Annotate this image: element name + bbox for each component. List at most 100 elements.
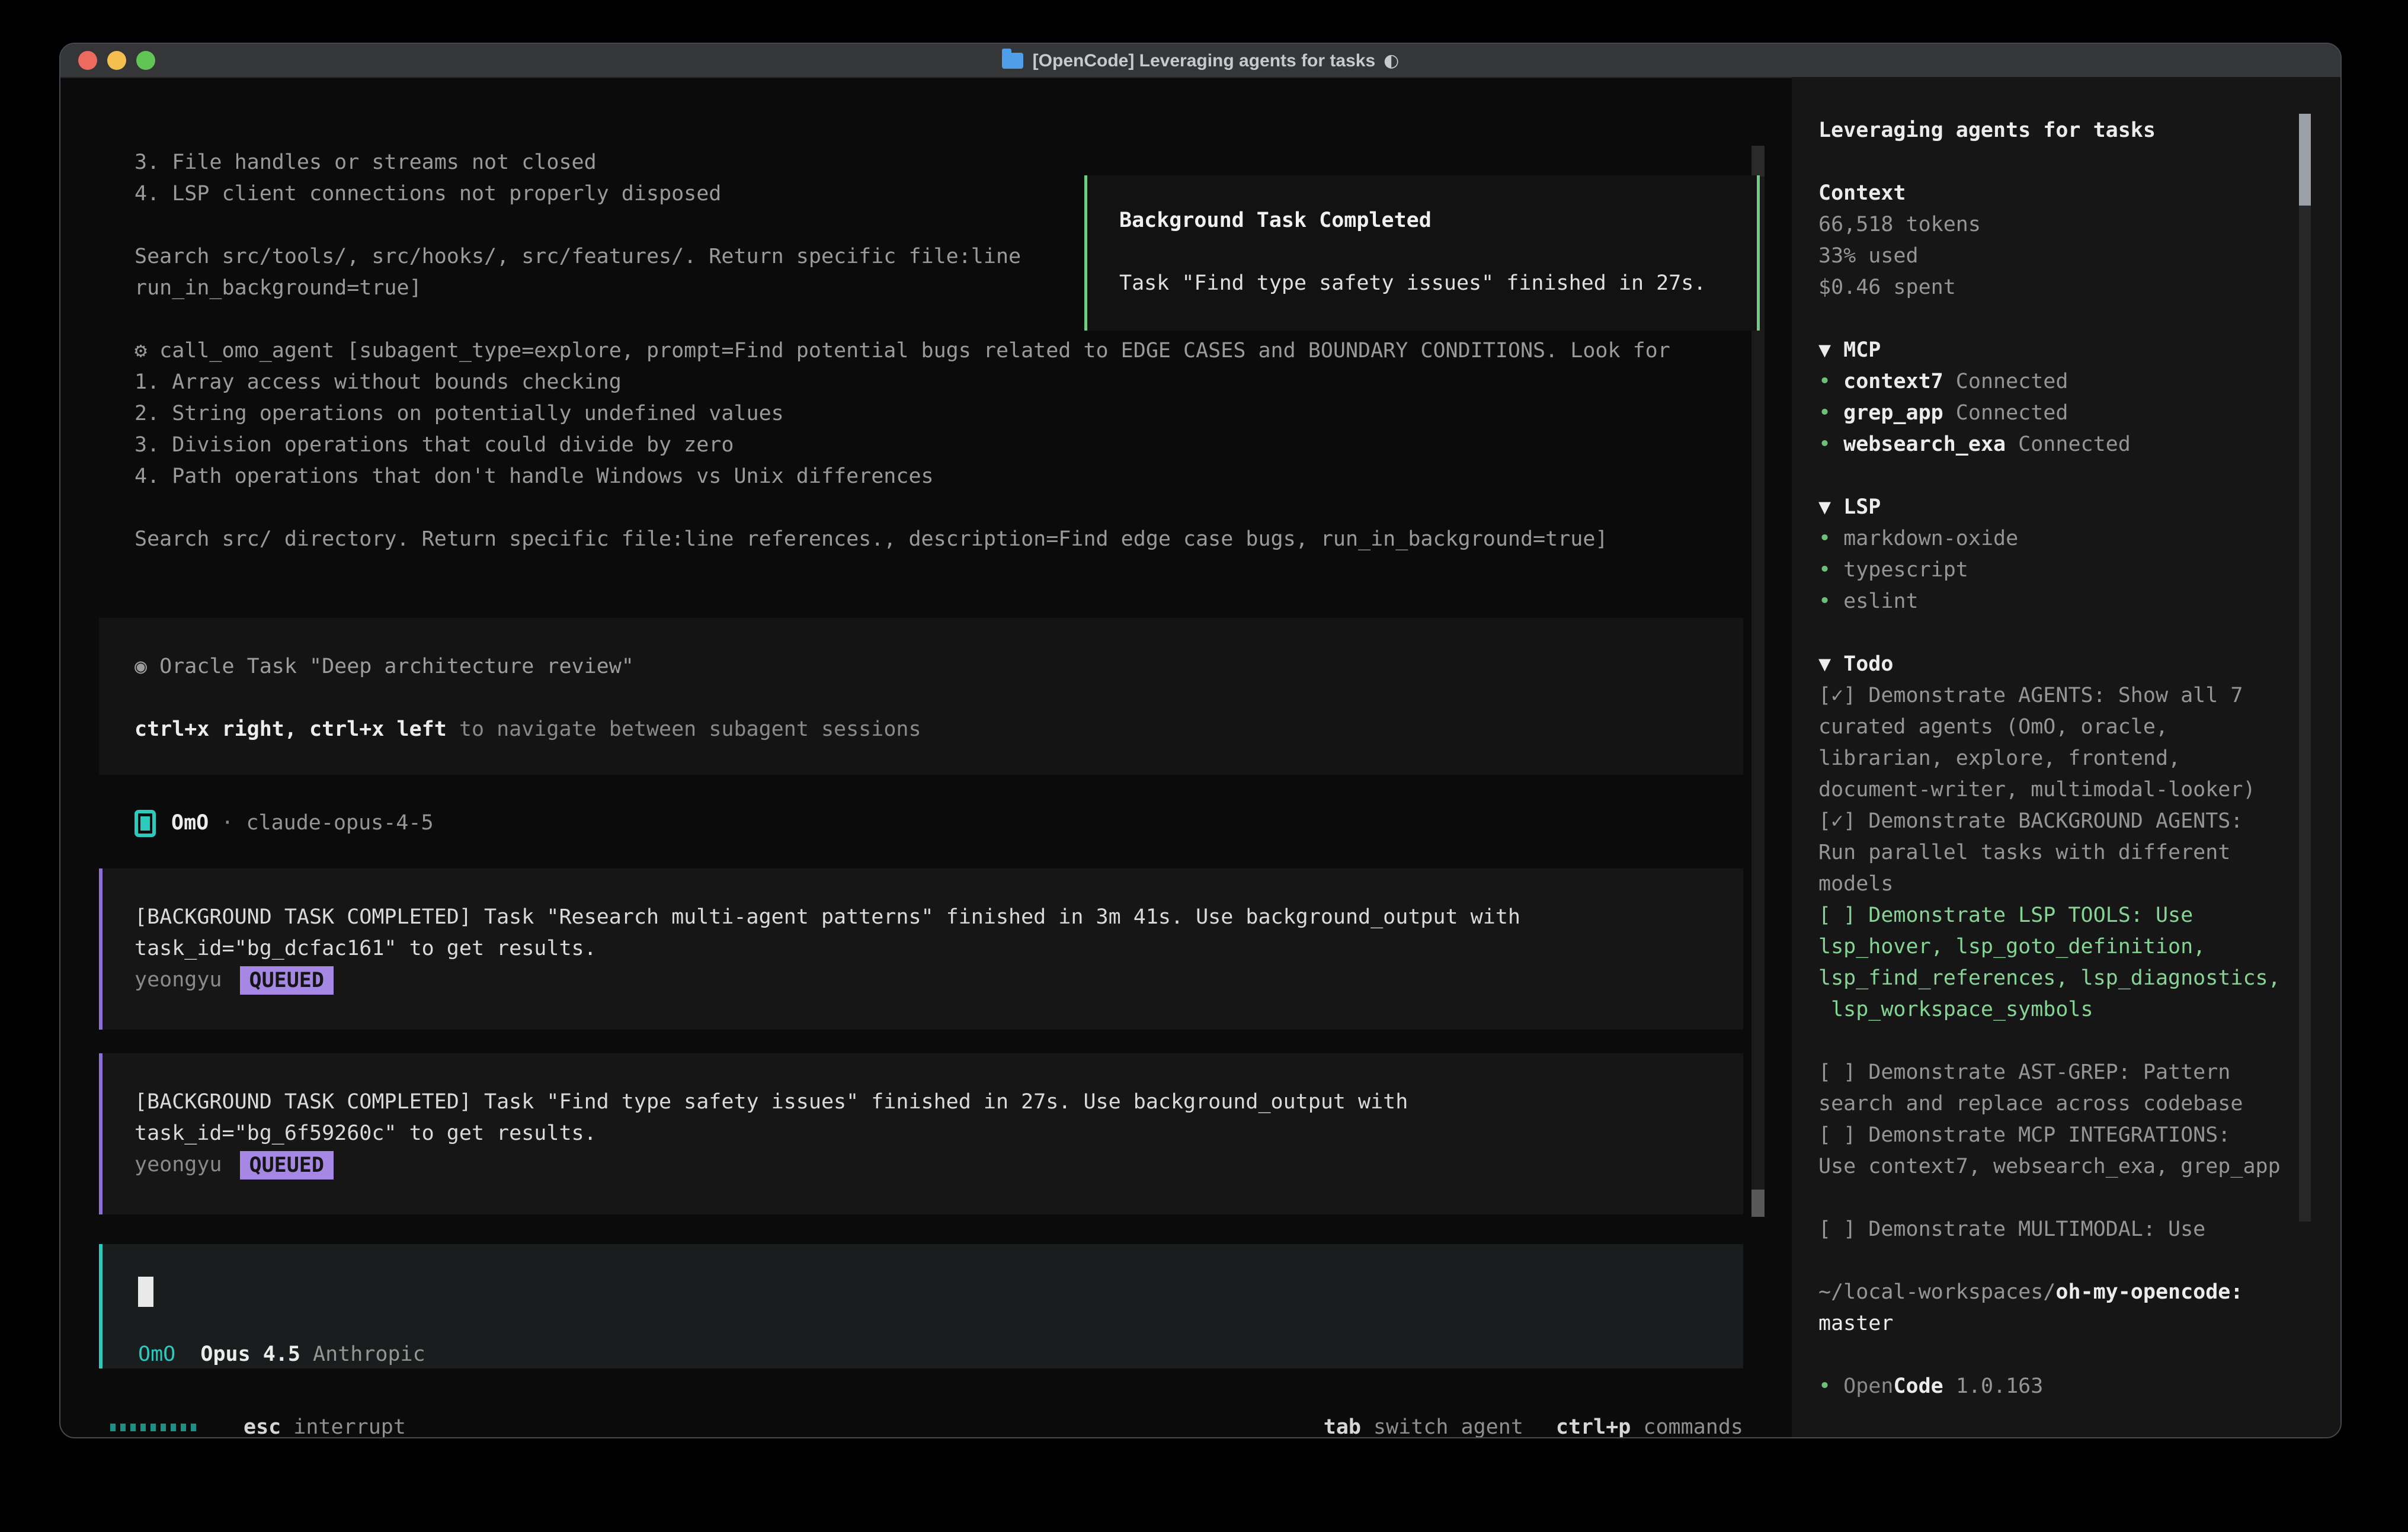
sidebar-line: librarian, explore, frontend, [1818,743,2292,774]
terminal-line: Search src/ directory. Return specific f… [135,524,1670,555]
notification-toast: Background Task Completed Task "Find typ… [1084,175,1760,331]
sidebar-line: • markdown-oxide [1818,523,2292,555]
oracle-task-panel: ◉ Oracle Task "Deep architecture review"… [99,618,1743,775]
spinner [110,1424,196,1431]
session-busy-icon: ◐ [1384,45,1399,76]
input-meta: OmO Opus 4.5 Anthropic [138,1339,425,1370]
terminal-line: 3. File handles or streams not closed [135,147,1670,178]
prompt-input[interactable]: OmO Opus 4.5 Anthropic [99,1244,1743,1368]
sidebar-line: Run parallel tasks with different [1818,837,2292,868]
sidebar-scrollbar-track[interactable] [2299,206,2311,1222]
sidebar-line [1818,1245,2292,1277]
input-agent: OmO [138,1342,175,1366]
sidebar-content: Leveraging agents for tasksContext66,518… [1818,115,2292,1402]
agent-name: OmO [171,807,209,839]
task-meta: yeongyu QUEUED [135,964,1743,996]
task-line-1: [BACKGROUND TASK COMPLETED] Task "Resear… [135,902,1743,933]
sidebar-line: lsp_workspace_symbols [1818,994,2292,1025]
sidebar-line: [✓] Demonstrate BACKGROUND AGENTS: [1818,806,2292,837]
terminal-line: ⚙ call_omo_agent [subagent_type=explore,… [135,335,1670,367]
hint-text: to navigate between subagent sessions [447,717,921,741]
screen: [OpenCode] Leveraging agents for tasks ◐… [0,0,2408,1532]
close-button[interactable] [78,51,97,70]
app-window: [OpenCode] Leveraging agents for tasks ◐… [59,43,2342,1438]
sidebar-line: ▼ MCP [1818,335,2292,366]
folder-icon [1002,53,1023,69]
sidebar-line: • grep_app Connected [1818,398,2292,429]
sidebar-line: [ ] Demonstrate AST-GREP: Pattern [1818,1057,2292,1088]
hint-key: ctrl+x left [309,717,447,741]
sidebar-line: • websearch_exa Connected [1818,429,2292,460]
sidebar-line: $0.46 spent [1818,272,2292,303]
oracle-task-hint: ctrl+x right, ctrl+x left to navigate be… [135,714,1743,745]
window-content: 3. File handles or streams not closed 4. … [60,77,2340,1437]
sidebar-line: [ ] Demonstrate LSP TOOLS: Use [1818,900,2292,931]
sidebar-line [1818,1339,2292,1371]
sidebar-line: curated agents (OmO, oracle, [1818,711,2292,743]
task-line-2: task_id="bg_dcfac161" to get results. [135,933,1743,964]
background-task-block: [BACKGROUND TASK COMPLETED] Task "Find t… [99,1053,1743,1214]
statusbar-left: esc interrupt [110,1412,406,1438]
terminal-main: 3. File handles or streams not closed 4. … [60,77,1792,1437]
sidebar: Leveraging agents for tasksContext66,518… [1792,77,2340,1437]
agent-icon [135,810,156,837]
sidebar-line [1818,303,2292,335]
statusbar-right: tab switch agent ctrl+p commands [1324,1412,1743,1438]
sidebar-line: models [1818,868,2292,900]
input-model: Opus 4.5 [200,1342,300,1366]
hint-key: ctrl+x right, [135,717,297,741]
task-author: yeongyu [135,968,222,992]
notification-title: Background Task Completed [1119,205,1757,236]
titlebar: [OpenCode] Leveraging agents for tasks ◐ [60,44,2340,78]
sidebar-line [1818,146,2292,178]
terminal-line: 1. Array access without bounds checking [135,367,1670,398]
traffic-lights [78,51,155,70]
commands-hint: ctrl+p commands [1556,1412,1743,1438]
main-scrollbar-cap [1751,146,1765,177]
statusbar: esc interrupt tab switch agent ctrl+p co… [99,1412,1743,1438]
sidebar-line: ~/local-workspaces/oh-my-opencode: [1818,1277,2292,1308]
window-title-group: [OpenCode] Leveraging agents for tasks ◐ [1002,45,1400,76]
status-badge: QUEUED [240,1151,334,1180]
window-title: [OpenCode] Leveraging agents for tasks [1033,45,1375,76]
agent-model: claude-opus-4-5 [246,807,433,839]
main-scrollbar-thumb[interactable] [1751,1190,1765,1217]
notification-body: Task "Find type safety issues" finished … [1119,268,1757,299]
sidebar-line: master [1818,1308,2292,1339]
sidebar-line: lsp_find_references, lsp_diagnostics, [1818,963,2292,994]
separator-dot: · [209,807,246,839]
terminal-line: 4. Path operations that don't handle Win… [135,461,1670,492]
sidebar-line: [ ] Demonstrate MULTIMODAL: Use [1818,1214,2292,1245]
sidebar-line: lsp_hover, lsp_goto_definition, [1818,931,2292,963]
terminal-line: 2. String operations on potentially unde… [135,398,1670,430]
task-meta: yeongyu QUEUED [135,1149,1743,1181]
sidebar-line: Use context7, websearch_exa, grep_app [1818,1151,2292,1182]
terminal-line: 3. Division operations that could divide… [135,430,1670,461]
oracle-task-title: ◉ Oracle Task "Deep architecture review" [135,651,1743,682]
sidebar-line: 33% used [1818,241,2292,272]
sidebar-line: • OpenCode 1.0.163 [1818,1371,2292,1402]
background-task-block: [BACKGROUND TASK COMPLETED] Task "Resear… [99,868,1743,1030]
task-line-1: [BACKGROUND TASK COMPLETED] Task "Find t… [135,1086,1743,1118]
status-badge: QUEUED [240,966,334,995]
text-cursor [138,1277,153,1307]
interrupt-hint: esc interrupt [244,1412,406,1438]
sidebar-line: [ ] Demonstrate MCP INTEGRATIONS: [1818,1120,2292,1151]
sidebar-line: ▼ Todo [1818,649,2292,680]
sidebar-line: document-writer, multimodal-looker) [1818,774,2292,806]
terminal-line [135,492,1670,524]
sidebar-line: ▼ LSP [1818,492,2292,523]
input-provider: Anthropic [313,1342,425,1366]
sidebar-scrollbar-thumb[interactable] [2299,114,2311,206]
zoom-button[interactable] [136,51,155,70]
sidebar-line: • context7 Connected [1818,366,2292,398]
sidebar-line [1818,460,2292,492]
sidebar-line [1818,617,2292,649]
sidebar-line [1818,1182,2292,1214]
sidebar-line: Context [1818,178,2292,209]
sidebar-line: • eslint [1818,586,2292,617]
sidebar-line: • typescript [1818,555,2292,586]
task-author: yeongyu [135,1153,222,1177]
minimize-button[interactable] [107,51,126,70]
task-line-2: task_id="bg_6f59260c" to get results. [135,1118,1743,1149]
